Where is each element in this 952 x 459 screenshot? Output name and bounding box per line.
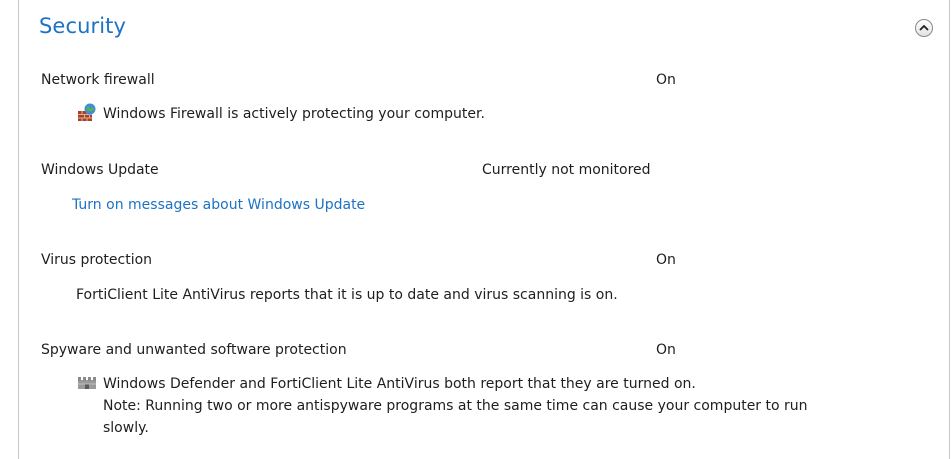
update-label: Windows Update [41,162,159,178]
spyware-label: Spyware and unwanted software protection [41,342,347,358]
firewall-label: Network firewall [41,72,155,88]
spyware-detail-line2: Note: Running two or more antispyware pr… [103,398,808,414]
collapse-section-button[interactable] [915,19,933,37]
virus-label: Virus protection [41,252,153,268]
virus-detail: FortiClient Lite AntiVirus reports that … [76,287,618,303]
update-status: Currently not monitored [482,162,651,178]
spyware-status: On [656,342,676,358]
firewall-detail: Windows Firewall is actively protecting … [103,106,485,122]
spyware-detail-line3: slowly. [103,420,149,436]
virus-status: On [656,252,676,268]
firewall-icon [78,103,96,121]
section-title: Security [39,14,127,38]
chevron-up-icon [919,24,929,31]
firewall-status: On [656,72,676,88]
security-panel: Security Network firewall On Windows Fir… [18,0,950,459]
spyware-detail-line1: Windows Defender and FortiClient Lite An… [103,376,696,392]
defender-castle-icon [78,377,96,389]
turn-on-update-messages-link[interactable]: Turn on messages about Windows Update [72,197,365,213]
